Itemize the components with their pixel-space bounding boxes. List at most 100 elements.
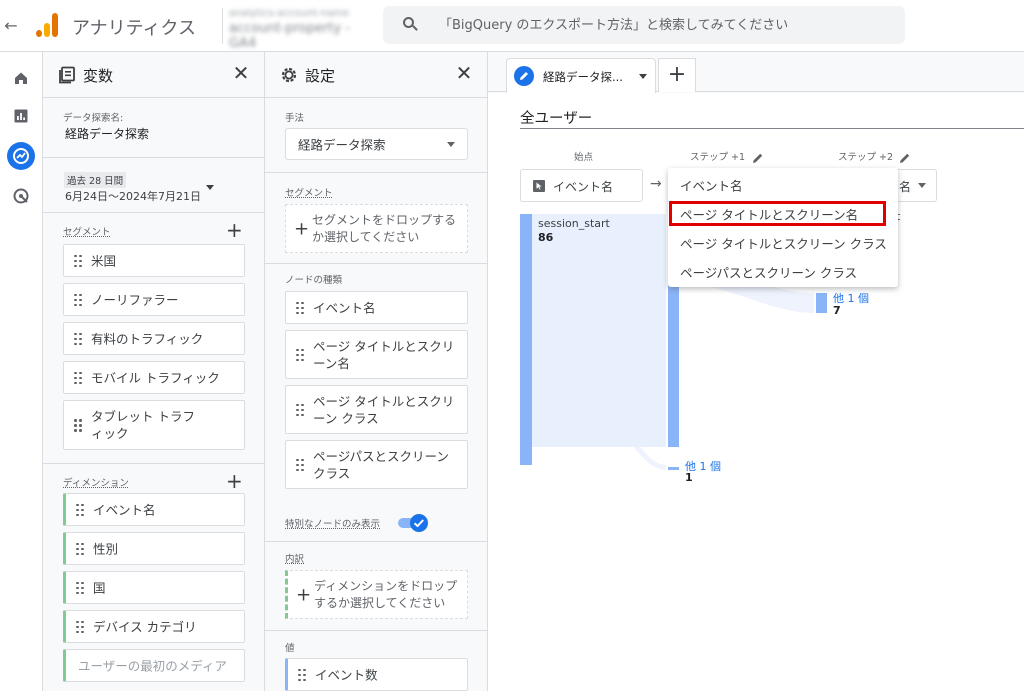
technique-select[interactable]: 経路データ探索	[285, 128, 468, 160]
node-type-label-text: ページ タイトルとスクリーン名	[313, 338, 455, 371]
start-node-bar[interactable]	[520, 214, 532, 465]
dimension-label: デバイス カテゴリ	[93, 619, 197, 634]
drag-handle-icon[interactable]	[298, 668, 306, 681]
segment-chip-tablet-traffic[interactable]: タブレット トラフィック	[63, 400, 245, 450]
node-type-label: ノードの種類	[285, 275, 343, 286]
node-type-page-path-screen-class[interactable]: ページパスとスクリーン クラス	[285, 440, 468, 489]
segment-label: 米国	[91, 253, 117, 268]
step2-other-value: 7	[833, 304, 841, 317]
dimension-chip-gender[interactable]: 性別	[63, 532, 245, 565]
add-icon: +	[294, 218, 310, 239]
highlight-annotation	[669, 201, 886, 226]
date-range-label: 過去 28 日間	[64, 172, 127, 188]
unique-nodes-toggle[interactable]	[398, 514, 428, 532]
start-node-name: session_start	[538, 217, 610, 230]
search-input[interactable]	[439, 15, 879, 35]
date-range-section[interactable]: 過去 28 日間 6月24日～2024年7月21日	[43, 158, 264, 213]
segment-dropzone[interactable]: + セグメントをドロップするか選択してください	[285, 204, 468, 253]
dimension-chip-country[interactable]: 国	[63, 571, 245, 604]
drag-handle-icon[interactable]	[74, 293, 82, 306]
step1-other-value: 1	[685, 471, 693, 484]
menu-item-event-name[interactable]: イベント名	[668, 170, 898, 199]
add-tab-button[interactable]: +	[658, 58, 696, 92]
drag-handle-icon[interactable]	[74, 332, 82, 345]
breakdown-dropzone[interactable]: + ディメンションをドロップするか選択してください	[285, 570, 468, 619]
segment-chip-mobile-traffic[interactable]: モバイル トラフィック	[63, 361, 245, 394]
segments-section: セグメント + 米国 ノーリファラー 有料のトラフィック モバイル トラフィック…	[43, 213, 264, 464]
check-icon	[410, 514, 428, 532]
node-type-label-text: ページ タイトルとスクリーン クラス	[313, 393, 455, 426]
technique-section: 手法 経路データ探索	[265, 98, 487, 173]
analytics-logo-icon[interactable]	[36, 13, 58, 37]
variables-header: 変数 ✕	[43, 52, 264, 98]
home-icon[interactable]	[7, 64, 35, 92]
search-bar[interactable]	[383, 6, 905, 44]
node-type-page-title-screen-class[interactable]: ページ タイトルとスクリーン クラス	[285, 385, 468, 434]
chevron-down-icon	[447, 142, 455, 147]
step2-other-bar[interactable]	[816, 293, 827, 313]
value-chip-event-count[interactable]: イベント数	[285, 658, 468, 691]
exploration-name-section: データ探索名: 経路データ探索	[43, 98, 264, 158]
add-dimension-icon[interactable]: +	[226, 471, 243, 491]
node-type-event-name[interactable]: イベント名	[285, 291, 468, 324]
dimension-label: 国	[93, 580, 106, 595]
exploration-name[interactable]: 経路データ探索	[65, 125, 149, 142]
drag-handle-icon[interactable]	[76, 581, 84, 594]
segment-dropzone-text: セグメントをドロップするか選択してください	[312, 212, 457, 244]
drag-handle-icon[interactable]	[296, 348, 304, 361]
segments-label: セグメント	[63, 227, 111, 238]
gear-icon	[279, 65, 299, 85]
exploration-canvas: 経路データ探... + 全ユーザー 始点 ステップ +1 ステップ +2 イベン…	[488, 52, 1024, 691]
technique-value: 経路データ探索	[298, 137, 386, 153]
settings-header: 設定 ✕	[265, 52, 487, 98]
chevron-down-icon[interactable]	[639, 74, 647, 79]
top-bar: ← アナリティクス analytics-account-name account…	[0, 0, 1024, 52]
exploration-name-label: データ探索名:	[63, 113, 124, 124]
account-selector[interactable]: analytics-account-name account-property …	[222, 8, 377, 51]
segment-chip-paid-traffic[interactable]: 有料のトラフィック	[63, 322, 245, 355]
menu-item-page-path-screen-class[interactable]: ページパスとスクリーン クラス	[668, 257, 898, 286]
values-section: 値 イベント数	[265, 631, 487, 691]
segment-label: タブレット トラフィック	[91, 409, 195, 441]
segment-label: セグメント	[285, 188, 333, 199]
drag-handle-icon[interactable]	[74, 254, 82, 267]
add-segment-icon[interactable]: +	[226, 220, 243, 240]
breakdown-section: 内訳 + ディメンションをドロップするか選択してください	[265, 542, 487, 631]
dimensions-label: ディメンション	[63, 478, 129, 489]
dimension-chip-first-user-medium[interactable]: ユーザーの最初のメディア	[63, 649, 245, 682]
drag-handle-icon[interactable]	[74, 419, 82, 432]
close-icon[interactable]: ✕	[453, 62, 475, 84]
tab-bar: 経路データ探... +	[488, 52, 1024, 93]
date-caret-icon[interactable]	[206, 185, 214, 190]
variables-icon	[57, 65, 77, 85]
close-icon[interactable]: ✕	[230, 62, 252, 84]
drag-handle-icon[interactable]	[296, 458, 304, 471]
segment-comparison-section: セグメント + セグメントをドロップするか選択してください	[265, 173, 487, 264]
dimension-chip-event-name[interactable]: イベント名	[63, 493, 245, 526]
search-icon	[403, 17, 419, 33]
nav-rail	[0, 52, 43, 691]
menu-item-page-title-screen-class[interactable]: ページ タイトルとスクリーン クラス	[668, 228, 898, 257]
drag-handle-icon[interactable]	[296, 301, 304, 314]
advertising-icon[interactable]	[7, 182, 35, 210]
drag-handle-icon[interactable]	[76, 620, 84, 633]
tab-path-exploration[interactable]: 経路データ探...	[506, 58, 656, 93]
step1-other-bar[interactable]	[668, 467, 679, 470]
segment-chip-no-referrer[interactable]: ノーリファラー	[63, 283, 245, 316]
explore-icon[interactable]	[7, 142, 35, 170]
account-name: analytics-account-name	[229, 8, 350, 19]
drag-handle-icon[interactable]	[76, 542, 84, 555]
pencil-icon	[514, 66, 534, 86]
segment-chip-us[interactable]: 米国	[63, 244, 245, 277]
drag-handle-icon[interactable]	[296, 403, 304, 416]
values-label: 値	[285, 643, 295, 654]
node-type-page-title-screen-name[interactable]: ページ タイトルとスクリーン名	[285, 330, 468, 379]
drag-handle-icon[interactable]	[76, 503, 84, 516]
reports-icon[interactable]	[7, 102, 35, 130]
segment-label: ノーリファラー	[91, 292, 179, 307]
app-title: アナリティクス	[72, 18, 197, 39]
drag-handle-icon[interactable]	[74, 371, 82, 384]
settings-title: 設定	[305, 67, 336, 85]
back-arrow-icon[interactable]: ←	[2, 14, 20, 38]
dimension-chip-device-category[interactable]: デバイス カテゴリ	[63, 610, 245, 643]
